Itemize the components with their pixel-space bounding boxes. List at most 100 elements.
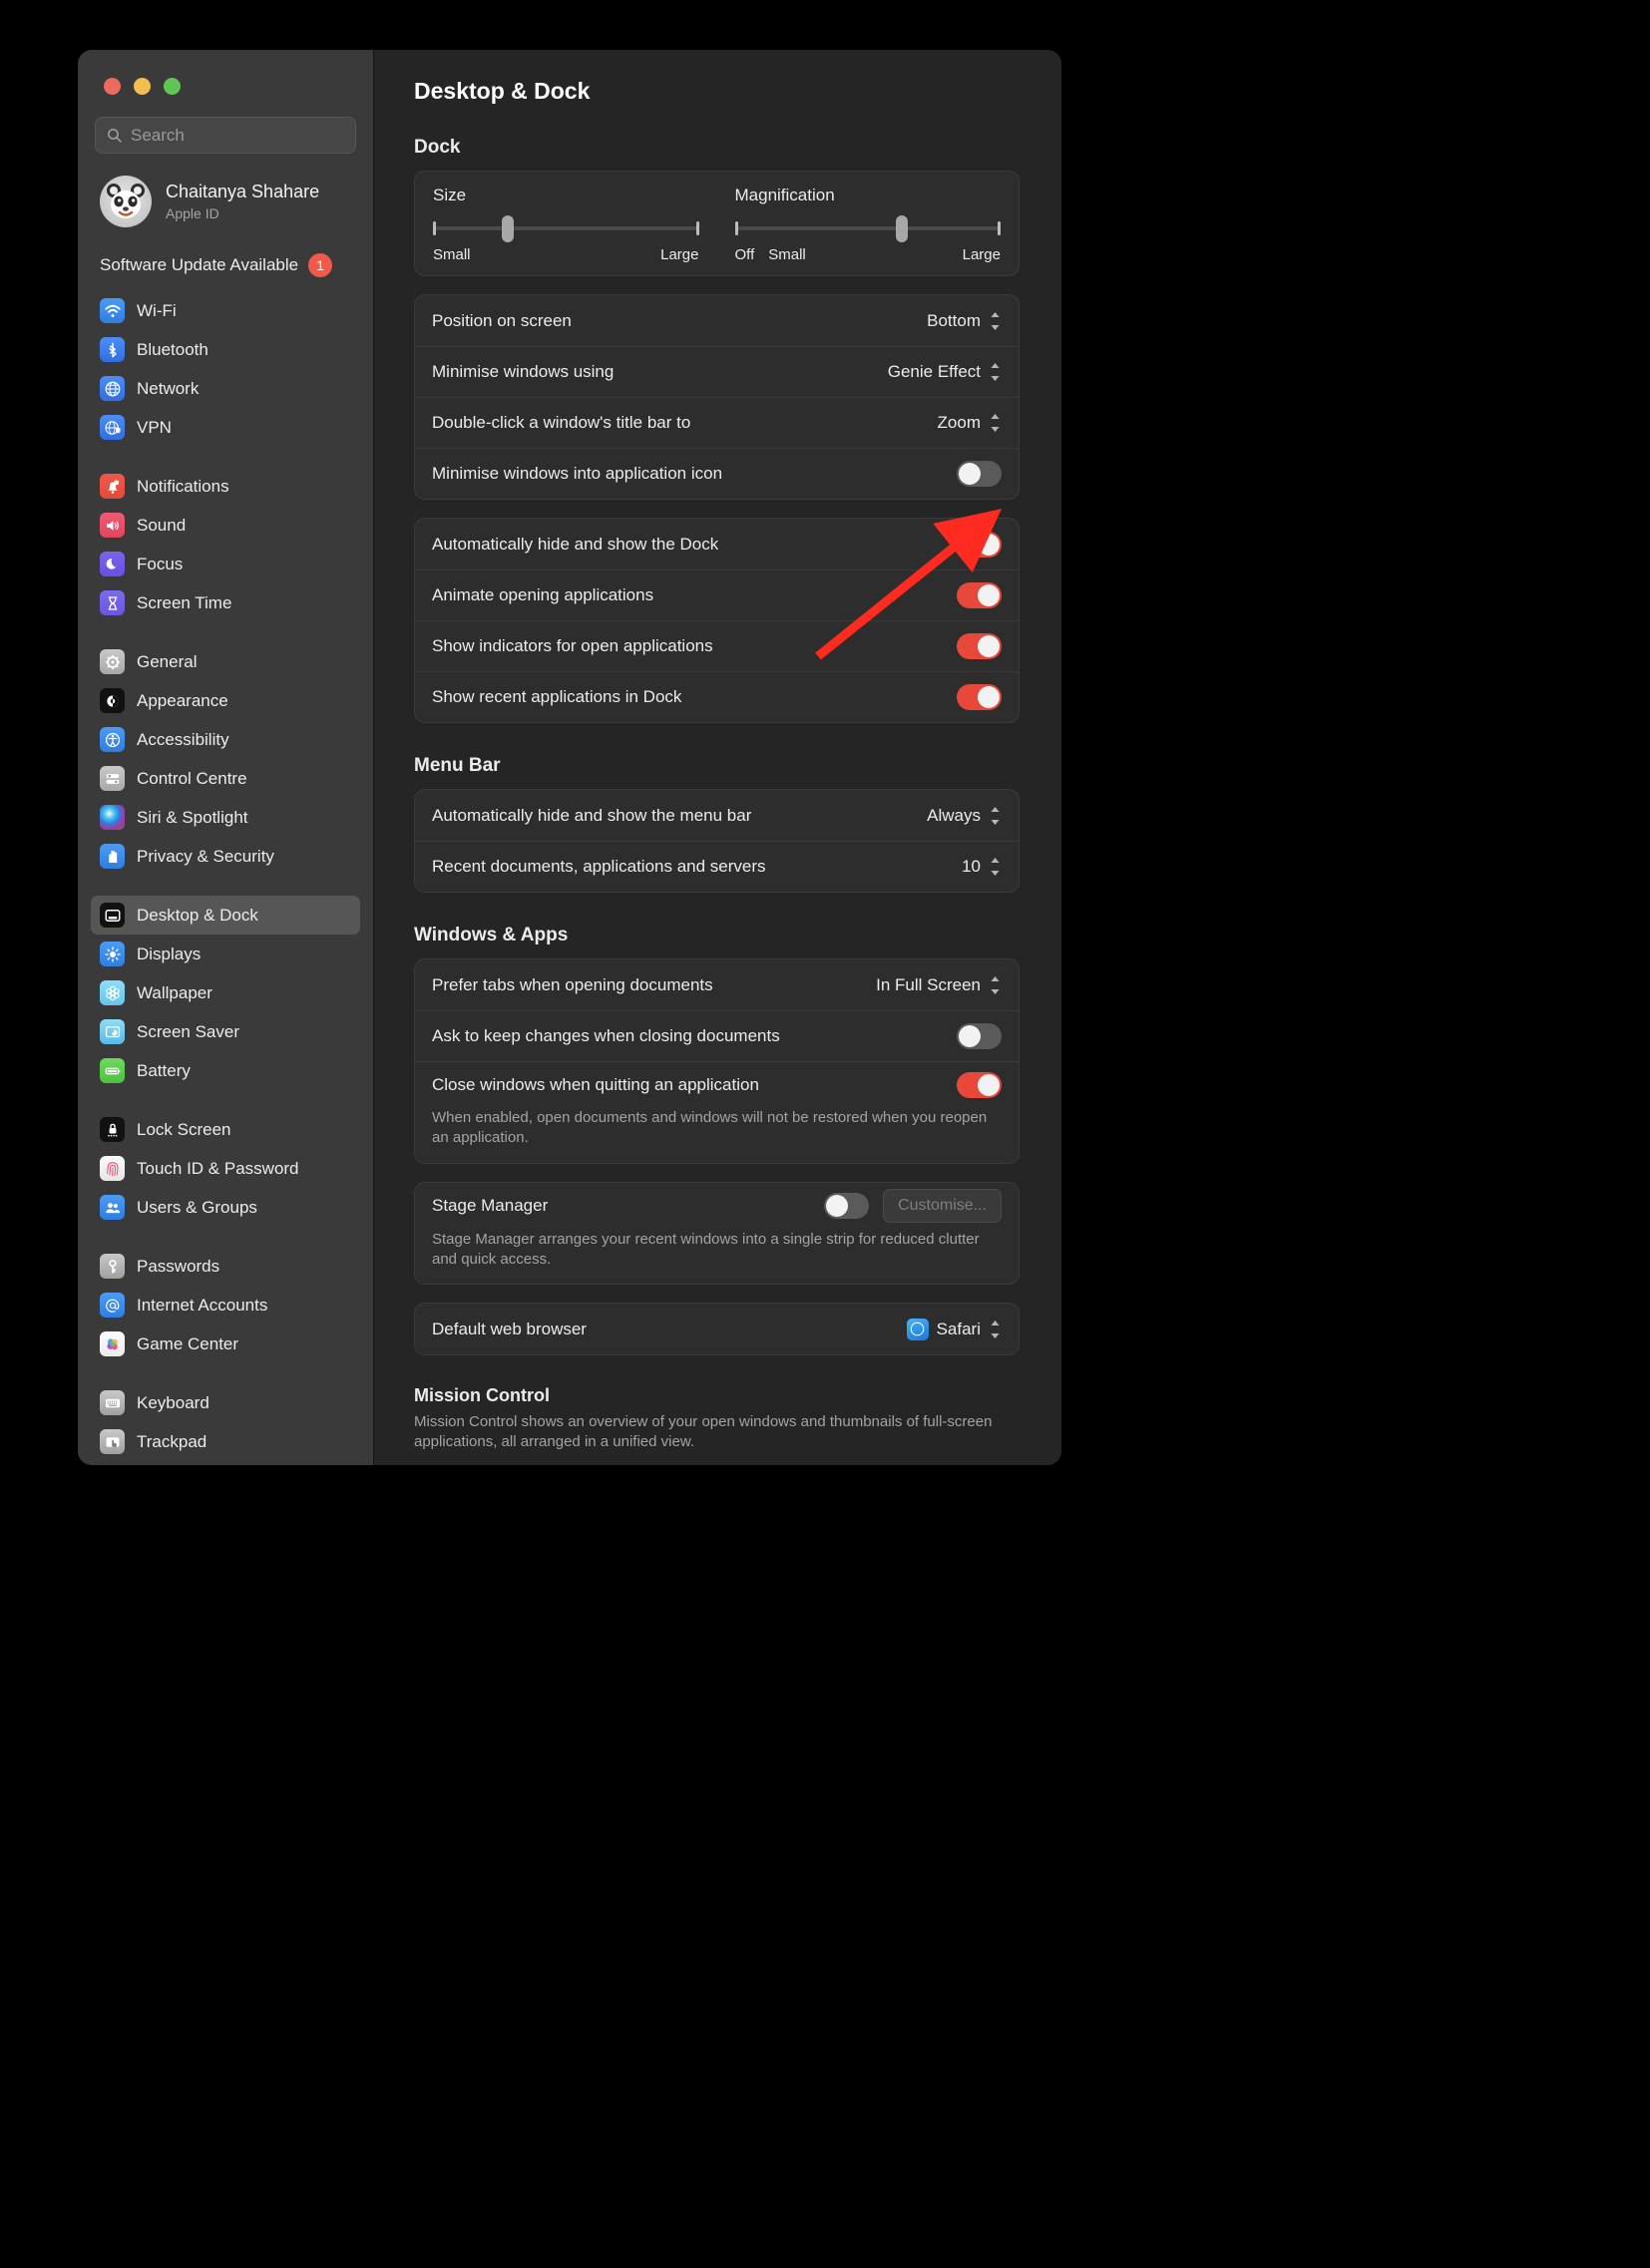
row-label: Automatically hide and show the menu bar [432,805,752,825]
sidebar-item-game-center[interactable]: Game Center [91,1324,360,1363]
row-position-on-screen[interactable]: Position on screen Bottom [415,295,1019,346]
toggle-ask-to-keep-changes-when-closing-documents[interactable] [957,1023,1002,1049]
sidebar-item-label: General [137,651,198,671]
control-centre-icon [100,766,125,791]
sidebar-item-internet-accounts[interactable]: Internet Accounts [91,1286,360,1324]
sidebar-item-notifications[interactable]: Notifications [91,467,360,506]
sidebar-item-passwords[interactable]: Passwords [91,1247,360,1286]
sidebar-item-network[interactable]: Network [91,369,360,408]
row-automatically-hide-and-show-the-menu-bar[interactable]: Automatically hide and show the menu bar… [415,790,1019,841]
sidebar-item-label: VPN [137,417,172,437]
nav-group-separator [78,1227,373,1247]
software-update-row[interactable]: Software Update Available 1 [100,253,373,277]
row-recent-documents-applications-and-servers[interactable]: Recent documents, applications and serve… [415,841,1019,892]
nav-group-separator [78,447,373,467]
chevron-up-down-icon[interactable] [989,805,1002,827]
dock-magnification-slider-thumb[interactable] [896,215,909,242]
sidebar-item-privacy-security[interactable]: Privacy & Security [91,837,360,876]
general-icon [100,649,125,674]
passwords-icon [100,1254,125,1279]
nav-group-separator [78,1363,373,1383]
sidebar-item-appearance[interactable]: Appearance [91,681,360,720]
chevron-up-down-icon[interactable] [989,974,1002,996]
sidebar-item-lock-screen[interactable]: Lock Screen [91,1110,360,1149]
lock-screen-icon [100,1117,125,1142]
sidebar-item-desktop-dock[interactable]: Desktop & Dock [91,896,360,935]
zoom-button[interactable] [164,78,181,95]
chevron-up-down-icon[interactable] [989,856,1002,878]
row-prefer-tabs-when-opening-documents[interactable]: Prefer tabs when opening documents In Ful… [415,959,1019,1010]
account-row[interactable]: Chaitanya Shahare Apple ID [100,176,373,227]
page-title: Desktop & Dock [414,78,591,104]
row-value: Zoom [937,413,981,432]
sidebar-item-displays[interactable]: Displays [91,935,360,973]
accessibility-icon [100,727,125,752]
privacy-icon [100,844,125,869]
dock-sliders-card: Size Small Large Magnification Off Small… [414,171,1020,276]
toggle-show-indicators-for-open-applications[interactable] [957,633,1002,659]
siri-icon [100,805,125,830]
sidebar-item-label: Keyboard [137,1392,209,1412]
dock-size-min-label: Small [433,246,471,263]
stage-manager-customise-button[interactable]: Customise... [883,1188,1002,1223]
sidebar-item-focus[interactable]: Focus [91,545,360,583]
search-field[interactable]: Search [95,117,356,154]
wallpaper-icon [100,980,125,1005]
sidebar-item-touch-id-password[interactable]: Touch ID & Password [91,1149,360,1188]
row-label: Show indicators for open applications [432,636,713,655]
sidebar-item-keyboard[interactable]: Keyboard [91,1383,360,1422]
row-minimise-windows-using[interactable]: Minimise windows using Genie Effect [415,346,1019,397]
sidebar-item-bluetooth[interactable]: Bluetooth [91,330,360,369]
sidebar-item-siri-spotlight[interactable]: Siri & Spotlight [91,798,360,837]
stage-manager-toggle[interactable] [824,1192,870,1219]
sidebar-item-wallpaper[interactable]: Wallpaper [91,973,360,1012]
stage-manager-row: Stage Manager Customise... [415,1183,1019,1234]
default-browser-row[interactable]: Default web browser Safari [415,1304,1019,1354]
chevron-up-down-icon[interactable] [989,412,1002,434]
main-content: Desktop & Dock Dock Size Small Large Mag… [374,50,1061,1465]
close-button[interactable] [104,78,121,95]
sidebar-item-label: Trackpad [137,1431,207,1451]
minimise-button[interactable] [134,78,151,95]
sidebar-item-screen-time[interactable]: Screen Time [91,583,360,622]
sidebar-item-battery[interactable]: Battery [91,1051,360,1090]
toggle-close-windows-when-quitting-an-application[interactable] [957,1072,1002,1098]
sidebar-item-users-groups[interactable]: Users & Groups [91,1188,360,1227]
sidebar-item-sound[interactable]: Sound [91,506,360,545]
row-label: Minimise windows into application icon [432,464,723,483]
dock-size-slider-thumb[interactable] [501,215,514,242]
sidebar-item-accessibility[interactable]: Accessibility [91,720,360,759]
toggle-automatically-hide-and-show-the-dock[interactable] [957,531,1002,558]
sidebar-item-label: Notifications [137,476,229,496]
toggle-show-recent-applications-in-dock[interactable] [957,684,1002,710]
chevron-up-down-icon[interactable] [989,361,1002,383]
sidebar-item-label: Internet Accounts [137,1295,268,1315]
stage-manager-description: Stage Manager arranges your recent windo… [432,1230,980,1268]
stage-manager-label: Stage Manager [432,1195,549,1215]
sidebar-item-vpn[interactable]: VPN [91,408,360,447]
windows-apps-card: Prefer tabs when opening documents In Ful… [414,958,1020,1164]
sidebar-item-general[interactable]: General [91,642,360,681]
sidebar-item-trackpad[interactable]: Trackpad [91,1422,360,1461]
section-title-windows-apps: Windows & Apps [414,925,569,945]
dock-size-slider[interactable] [433,215,699,242]
row-label: Close windows when quitting an applicati… [432,1075,759,1094]
nav-group-separator [78,1090,373,1110]
row-show-indicators-for-open-applications: Show indicators for open applications [415,620,1019,671]
nav-group-separator [78,622,373,642]
sound-icon [100,513,125,538]
toggle-minimise-windows-into-application-icon[interactable] [957,461,1002,487]
sidebar-item-label: Game Center [137,1333,239,1353]
sidebar-item-control-centre[interactable]: Control Centre [91,759,360,798]
chevron-up-down-icon[interactable] [989,1319,1002,1340]
sidebar-item-label: Passwords [137,1256,220,1276]
chevron-up-down-icon[interactable] [989,310,1002,332]
sidebar-item-label: Focus [137,554,184,573]
default-browser-label: Default web browser [432,1319,587,1338]
row-double-click-a-window-s-title-bar-to[interactable]: Double-click a window's title bar to Zoom [415,397,1019,448]
sidebar-item-screen-saver[interactable]: Screen Saver [91,1012,360,1051]
toggle-animate-opening-applications[interactable] [957,582,1002,608]
dock-magnification-slider[interactable] [734,215,1001,242]
sidebar-item-wi-fi[interactable]: Wi-Fi [91,291,360,330]
wifi-icon [100,298,125,323]
